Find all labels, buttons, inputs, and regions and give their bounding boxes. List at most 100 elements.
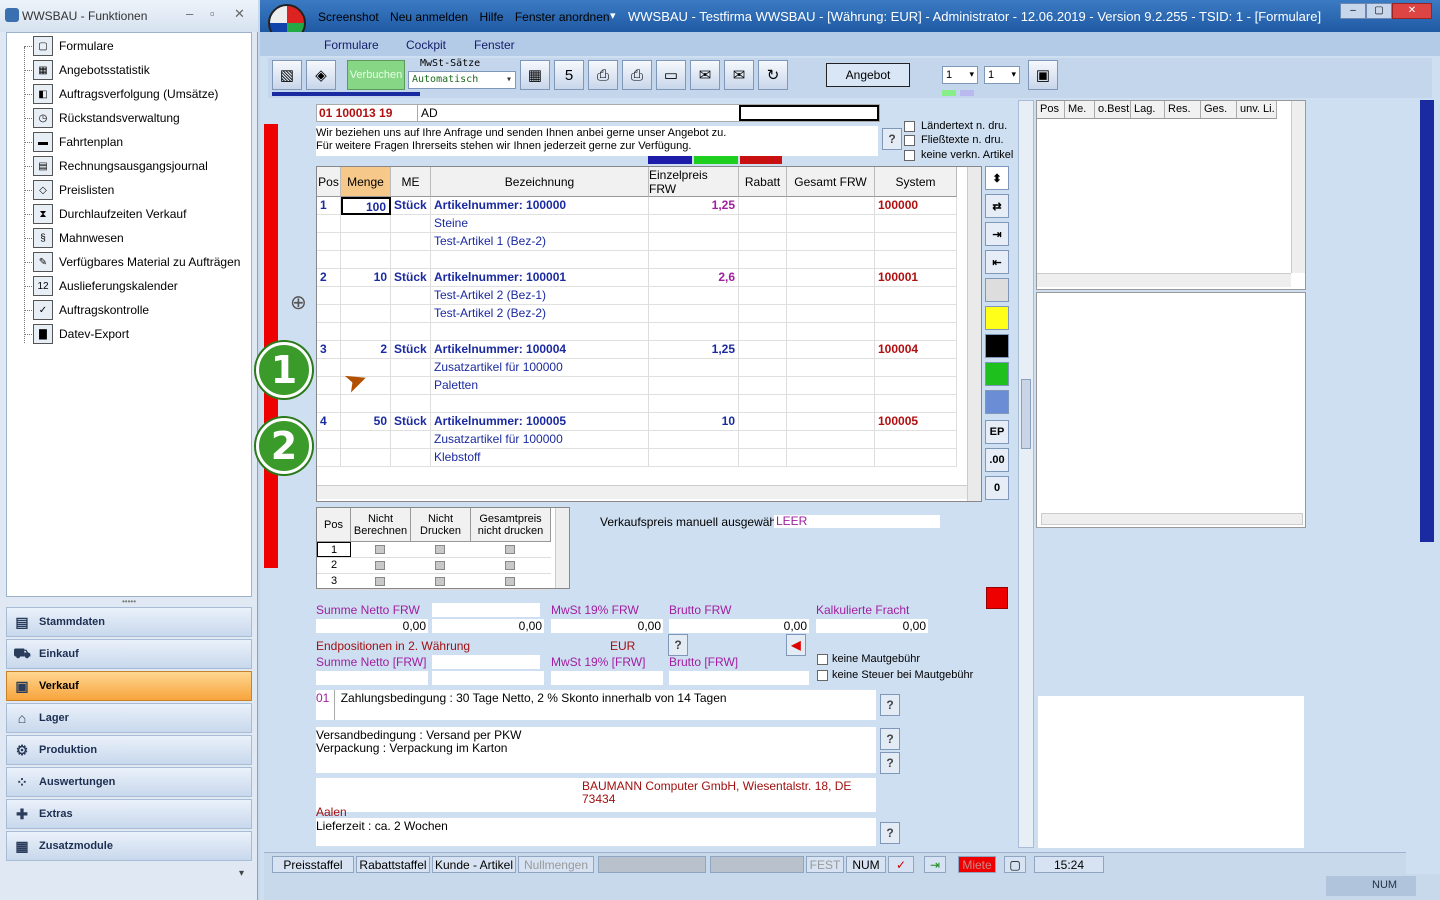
stock-column-header[interactable]: Lag.: [1131, 101, 1165, 119]
nav-overflow-icon[interactable]: ▾: [6, 862, 252, 888]
tree-item[interactable]: ▢ Formulare: [33, 35, 114, 57]
column-header[interactable]: Bezeichnung: [431, 167, 649, 197]
small-row[interactable]: 2: [317, 558, 551, 574]
verbuchen-button[interactable]: Verbuchen: [347, 60, 405, 90]
table-cell[interactable]: 1,25: [649, 341, 739, 359]
maut-steuer-checkbox[interactable]: [817, 670, 828, 681]
table-cell[interactable]: [649, 359, 739, 377]
table-cell[interactable]: [739, 323, 787, 341]
table-cell[interactable]: [787, 233, 875, 251]
table-cell[interactable]: [317, 377, 341, 395]
table-cell[interactable]: [317, 323, 341, 341]
window-maximize-button[interactable]: ▢: [1366, 3, 1392, 19]
notes-area[interactable]: [1038, 696, 1304, 848]
add-item-icon[interactable]: ⊕: [290, 290, 316, 320]
flag-icon[interactable]: ✓: [888, 856, 914, 873]
table-row[interactable]: Test-Artikel 2 (Bez-2): [317, 305, 957, 323]
tree-item[interactable]: ◇ Preislisten: [33, 179, 114, 201]
small-row[interactable]: 1: [317, 542, 551, 558]
intro-text[interactable]: Wir beziehen uns auf Ihre Anfrage und se…: [316, 126, 878, 156]
table-cell[interactable]: [391, 395, 431, 413]
column-header[interactable]: Einzelpreis FRW: [649, 167, 739, 197]
table-row[interactable]: [317, 395, 957, 413]
table-cell[interactable]: 1,25: [649, 197, 739, 215]
option-checkbox[interactable]: [375, 545, 385, 554]
table-cell[interactable]: [739, 359, 787, 377]
table-cell[interactable]: [787, 341, 875, 359]
table-cell[interactable]: [341, 305, 391, 323]
table-row[interactable]: [317, 251, 957, 269]
table-cell[interactable]: [739, 197, 787, 215]
table-cell[interactable]: [739, 413, 787, 431]
table-cell[interactable]: [739, 341, 787, 359]
option-checkbox[interactable]: [375, 561, 385, 570]
grid-vertical-scrollbar[interactable]: [967, 167, 981, 501]
table-cell[interactable]: [787, 305, 875, 323]
table-cell[interactable]: Test-Artikel 2 (Bez-1): [431, 287, 649, 305]
save-icon[interactable]: ▣: [1028, 60, 1058, 90]
table-cell[interactable]: [787, 449, 875, 467]
table-cell[interactable]: 100000: [875, 197, 957, 215]
calculator-icon[interactable]: ▦: [520, 60, 550, 90]
option-checkbox[interactable]: [505, 561, 515, 570]
column-header[interactable]: Menge: [341, 167, 391, 197]
table-cell[interactable]: [787, 413, 875, 431]
table-cell[interactable]: 100001: [875, 269, 957, 287]
tree-item[interactable]: ▤ Rechnungsausgangsjournal: [33, 155, 208, 177]
nav-auswertungen[interactable]: ⁘ Auswertungen: [6, 767, 252, 797]
tree-item[interactable]: ▦ Angebotsstatistik: [33, 59, 150, 81]
table-cell[interactable]: [739, 395, 787, 413]
small-column-header[interactable]: Nicht Berechnen: [351, 508, 411, 542]
print-preview-icon[interactable]: ⎙: [622, 60, 652, 90]
table-cell[interactable]: [431, 323, 649, 341]
table-cell[interactable]: [875, 395, 957, 413]
red-flag-button[interactable]: [986, 587, 1008, 609]
stock-column-header[interactable]: Me.: [1065, 101, 1095, 119]
menu-formulare[interactable]: Formulare: [324, 38, 379, 52]
column-header[interactable]: System: [875, 167, 957, 197]
table-cell[interactable]: [787, 215, 875, 233]
option-checkbox[interactable]: [505, 545, 515, 554]
table-row[interactable]: Klebstoff: [317, 449, 957, 467]
table-cell[interactable]: [649, 251, 739, 269]
table-cell[interactable]: Stück: [391, 269, 431, 287]
maut-checkbox[interactable]: [817, 654, 828, 665]
table-cell[interactable]: [317, 449, 341, 467]
table-cell[interactable]: [649, 287, 739, 305]
tree-item[interactable]: ▇ Datev-Export: [33, 323, 129, 345]
table-cell[interactable]: [739, 251, 787, 269]
table-cell[interactable]: 10: [649, 413, 739, 431]
splitter-handle[interactable]: •••••: [6, 598, 252, 606]
table-cell[interactable]: [317, 431, 341, 449]
table-row[interactable]: Test-Artikel 1 (Bez-2): [317, 233, 957, 251]
table-cell[interactable]: [391, 449, 431, 467]
table-cell[interactable]: [341, 287, 391, 305]
table-cell[interactable]: [649, 431, 739, 449]
column-header[interactable]: ME: [391, 167, 431, 197]
table-cell[interactable]: Artikelnummer: 100000: [431, 197, 649, 215]
kunde-artikel-button[interactable]: Kunde - Artikel: [432, 856, 516, 873]
table-cell[interactable]: [787, 323, 875, 341]
minimize-icon[interactable]: –: [186, 6, 193, 21]
help-icon[interactable]: ?: [880, 694, 900, 716]
table-cell[interactable]: [649, 449, 739, 467]
table-cell[interactable]: [317, 359, 341, 377]
decimals-button[interactable]: .00: [985, 448, 1009, 472]
table-cell[interactable]: Steine: [431, 215, 649, 233]
table-cell[interactable]: 1: [317, 197, 341, 215]
table-cell[interactable]: 100005: [875, 413, 957, 431]
table-cell[interactable]: [391, 323, 431, 341]
table-cell[interactable]: [341, 323, 391, 341]
table-cell[interactable]: [391, 305, 431, 323]
table-cell[interactable]: [649, 395, 739, 413]
table-cell[interactable]: 10: [341, 269, 391, 287]
table-cell[interactable]: [391, 287, 431, 305]
lieferzeit-box[interactable]: Lieferzeit : ca. 2 Wochen: [316, 818, 876, 846]
copies-select[interactable]: 1 ▾: [942, 66, 978, 84]
table-cell[interactable]: [787, 377, 875, 395]
table-cell[interactable]: [317, 395, 341, 413]
stock-vertical-scrollbar[interactable]: [1291, 101, 1305, 273]
mail-icon[interactable]: ✉: [690, 60, 720, 90]
table-cell[interactable]: [875, 287, 957, 305]
table-cell[interactable]: [649, 377, 739, 395]
